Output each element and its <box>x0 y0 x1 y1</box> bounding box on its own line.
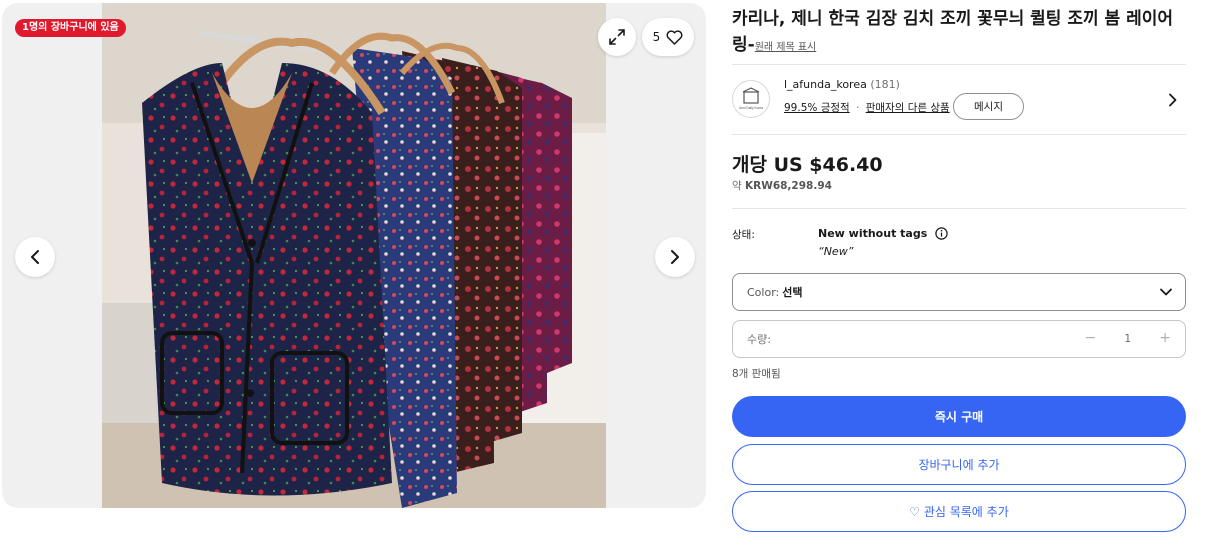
seller-logo[interactable]: Unni Daily Korea <box>732 80 770 118</box>
color-select[interactable]: Color: 선택 <box>732 273 1186 311</box>
seller-name-row[interactable]: l_afunda_korea (181) <box>784 78 900 91</box>
add-to-cart-button[interactable]: 장바구니에 추가 <box>732 444 1186 485</box>
divider <box>732 208 1186 209</box>
seller-other-items-link[interactable]: 판매자의 다른 상품 <box>866 102 950 114</box>
quantity-stepper[interactable]: − 1 + <box>1085 330 1171 346</box>
info-icon[interactable] <box>935 227 948 240</box>
image-gallery: 1명의 장바구니에 있음 5 <box>2 3 706 508</box>
product-photo[interactable] <box>102 3 606 508</box>
chevron-right-icon <box>671 250 679 264</box>
expand-icon <box>609 29 625 45</box>
price-converted: 약 KRW68,298.94 <box>732 178 832 193</box>
seller-name[interactable]: l_afunda_korea <box>784 78 867 91</box>
condition-note: “New” <box>818 245 854 258</box>
quantity-increment-button[interactable]: + <box>1159 330 1171 346</box>
seller-details-button[interactable] <box>1168 92 1178 111</box>
store-logo-icon: Unni Daily Korea <box>739 87 763 110</box>
seller-positive-feedback-link[interactable]: 99.5% 긍정적 <box>784 102 850 114</box>
divider <box>732 134 1186 135</box>
chevron-right-icon <box>1169 93 1177 107</box>
condition-label: 상태: <box>732 229 755 241</box>
quantity-field[interactable]: 수량: − 1 + <box>732 320 1186 358</box>
price-approx-prefix: 약 <box>732 180 742 192</box>
add-to-watchlist-button[interactable]: ♡ 관심 목록에 추가 <box>732 491 1186 532</box>
divider <box>732 64 1186 65</box>
buy-now-button[interactable]: 즉시 구매 <box>732 396 1186 437</box>
seller-meta-separator: · <box>856 102 860 114</box>
quantity-decrement-button[interactable]: − <box>1085 330 1097 346</box>
in-cart-badge: 1명의 장바구니에 있음 <box>15 19 126 37</box>
condition-value-row: New without tags <box>818 227 948 240</box>
sold-count: 8개 판매됨 <box>732 368 781 380</box>
original-title-link[interactable]: 원래 제목 표시 <box>755 42 817 53</box>
seller-meta: 99.5% 긍정적 · 판매자의 다른 상품 <box>784 100 950 115</box>
chevron-down-icon <box>1160 288 1172 296</box>
next-image-button[interactable] <box>655 237 695 277</box>
condition-value: New without tags <box>818 227 928 240</box>
seller-logo-text: Unni Daily Korea <box>739 106 763 110</box>
price: 개당 US $46.40 <box>732 154 883 176</box>
watch-count: 5 <box>652 30 661 44</box>
watch-button[interactable]: 5 <box>642 18 694 56</box>
color-select-value: 선택 <box>782 286 803 299</box>
chevron-left-icon <box>31 250 39 264</box>
seller-feedback-count: (181) <box>870 78 900 91</box>
message-seller-button[interactable]: 메시지 <box>953 93 1024 120</box>
price-approx-value: KRW68,298.94 <box>745 180 832 192</box>
previous-image-button[interactable] <box>15 237 55 277</box>
quantity-value[interactable]: 1 <box>1124 332 1131 345</box>
expand-button[interactable] <box>598 18 636 56</box>
quantity-label: 수량: <box>747 333 771 346</box>
product-title: 카리나, 제니 한국 김장 김치 조끼 꽃무늬 퀼팅 조끼 봄 레이어링-원래 … <box>732 6 1176 61</box>
color-select-label: Color: <box>747 285 780 299</box>
heart-icon <box>666 29 683 45</box>
